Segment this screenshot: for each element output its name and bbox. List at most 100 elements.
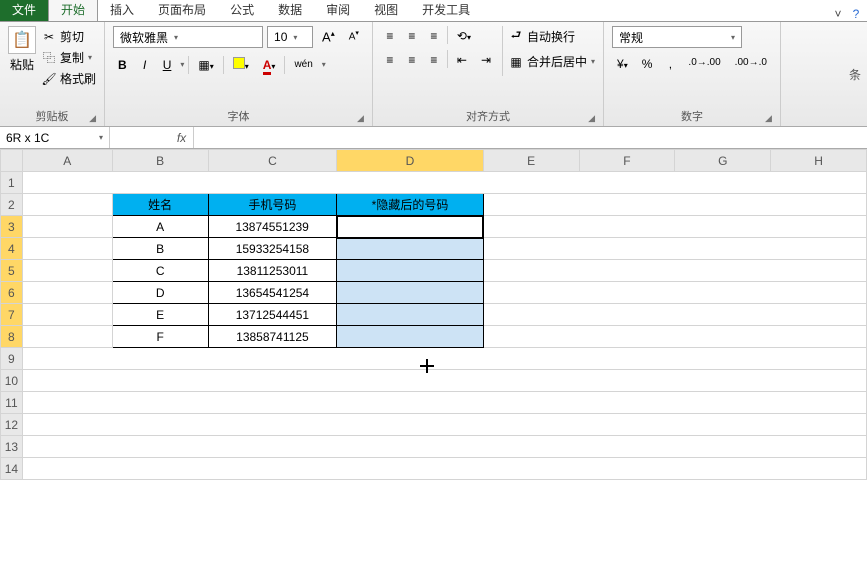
increase-decimal-button[interactable]: .0→.00	[683, 54, 725, 74]
paste-button[interactable]: 粘贴	[10, 56, 34, 73]
col-header-H[interactable]: H	[771, 150, 867, 172]
cell-masked[interactable]	[337, 326, 484, 348]
cell-name[interactable]: C	[112, 260, 208, 282]
cell-phone[interactable]: 13858741125	[208, 326, 337, 348]
row-header[interactable]: 10	[1, 370, 23, 392]
decrease-indent-button[interactable]: ⇤	[452, 50, 472, 70]
col-header-B[interactable]: B	[112, 150, 208, 172]
cell-phone[interactable]: 13874551239	[208, 216, 337, 238]
group-font: 微软雅黑▾ 10▾ A▴ A▾ B I U ▾ ▦▾ ▾	[105, 22, 373, 126]
row-header[interactable]: 2	[1, 194, 23, 216]
wrap-text-icon: ⮐	[509, 30, 523, 44]
row-header[interactable]: 8	[1, 326, 23, 348]
cell-masked[interactable]	[337, 216, 484, 238]
italic-button[interactable]: I	[136, 55, 154, 75]
cell-phone[interactable]: 13712544451	[208, 304, 337, 326]
row-header[interactable]: 5	[1, 260, 23, 282]
font-family-combo[interactable]: 微软雅黑▾	[113, 26, 263, 48]
decrease-font-button[interactable]: A▾	[344, 26, 364, 48]
font-dialog-launcher[interactable]: ◢	[357, 113, 364, 124]
tab-home[interactable]: 开始	[48, 0, 98, 21]
row-header[interactable]: 1	[1, 172, 23, 194]
cell-name[interactable]: D	[112, 282, 208, 304]
row-header[interactable]: 12	[1, 414, 23, 436]
tab-formulas[interactable]: 公式	[218, 0, 266, 21]
decrease-decimal-button[interactable]: .00→.0	[730, 54, 772, 74]
tab-page-layout[interactable]: 页面布局	[146, 0, 218, 21]
underline-button[interactable]: U	[158, 55, 177, 75]
row-header[interactable]: 7	[1, 304, 23, 326]
bold-button[interactable]: B	[113, 55, 132, 75]
paste-icon[interactable]: 📋	[8, 26, 36, 54]
cut-button[interactable]: ✂ 剪切	[42, 26, 96, 47]
fx-icon[interactable]: fx	[170, 127, 194, 148]
phonetic-button[interactable]: wén	[289, 56, 317, 73]
col-header-D[interactable]: D	[337, 150, 484, 172]
row-header[interactable]: 14	[1, 458, 23, 480]
increase-font-button[interactable]: A▴	[317, 26, 340, 48]
align-center-button[interactable]: ≡	[403, 50, 421, 70]
cell-name[interactable]: E	[112, 304, 208, 326]
name-box-input[interactable]	[6, 131, 86, 145]
align-top-button[interactable]: ≡	[381, 26, 399, 46]
worksheet-grid[interactable]: A B C D E F G H 1 2 姓名 手机号码 *隐藏后的号码 3 A …	[0, 149, 867, 549]
brush-icon: 🖌	[42, 72, 56, 86]
alignment-dialog-launcher[interactable]: ◢	[588, 113, 595, 124]
font-color-button[interactable]: A▾	[258, 55, 281, 75]
cell-name[interactable]: B	[112, 238, 208, 260]
tab-review[interactable]: 审阅	[314, 0, 362, 21]
wrap-text-button[interactable]: ⮐ 自动换行	[509, 26, 595, 47]
number-dialog-launcher[interactable]: ◢	[765, 113, 772, 124]
percent-button[interactable]: %	[637, 54, 658, 74]
cell-masked[interactable]	[337, 282, 484, 304]
minimize-ribbon-icon[interactable]: ˅	[831, 7, 845, 21]
cell-phone[interactable]: 13654541254	[208, 282, 337, 304]
row-header[interactable]: 4	[1, 238, 23, 260]
cell-masked[interactable]	[337, 304, 484, 326]
help-icon[interactable]: ?	[849, 7, 863, 21]
col-header-E[interactable]: E	[483, 150, 579, 172]
ribbon: 📋 粘贴 ✂ 剪切 ⿻ 复制 ▾ 🖌 格式刷 剪贴板◢	[0, 22, 867, 127]
tab-view[interactable]: 视图	[362, 0, 410, 21]
formula-bar: ▾ fx	[0, 127, 867, 149]
increase-indent-button[interactable]: ⇥	[476, 50, 496, 70]
tab-data[interactable]: 数据	[266, 0, 314, 21]
row-header[interactable]: 13	[1, 436, 23, 458]
align-left-button[interactable]: ≡	[381, 50, 399, 70]
font-size-combo[interactable]: 10▾	[267, 26, 313, 48]
formula-input[interactable]	[194, 127, 867, 148]
cell-name[interactable]: A	[112, 216, 208, 238]
clipboard-dialog-launcher[interactable]: ◢	[89, 113, 96, 124]
number-format-combo[interactable]: 常规▾	[612, 26, 742, 48]
tab-developer[interactable]: 开发工具	[410, 0, 482, 21]
format-painter-button[interactable]: 🖌 格式刷	[42, 68, 96, 89]
row-header[interactable]: 3	[1, 216, 23, 238]
cell-phone[interactable]: 13811253011	[208, 260, 337, 282]
align-middle-button[interactable]: ≡	[403, 26, 421, 46]
borders-button[interactable]: ▦▾	[193, 55, 218, 75]
col-header-C[interactable]: C	[208, 150, 337, 172]
cell-masked[interactable]	[337, 238, 484, 260]
copy-button[interactable]: ⿻ 复制 ▾	[42, 47, 96, 68]
row-header[interactable]: 11	[1, 392, 23, 414]
align-right-button[interactable]: ≡	[425, 50, 443, 70]
name-box[interactable]: ▾	[0, 127, 110, 148]
col-header-G[interactable]: G	[675, 150, 771, 172]
tab-insert[interactable]: 插入	[98, 0, 146, 21]
align-bottom-button[interactable]: ≡	[425, 26, 443, 46]
row-header[interactable]: 9	[1, 348, 23, 370]
currency-button[interactable]: ¥▾	[612, 54, 633, 74]
col-header-F[interactable]: F	[579, 150, 675, 172]
row-header[interactable]: 6	[1, 282, 23, 304]
col-header-A[interactable]: A	[22, 150, 112, 172]
merge-center-button[interactable]: ▦ 合并后居中 ▾	[509, 51, 595, 72]
cell-name[interactable]: F	[112, 326, 208, 348]
select-all-corner[interactable]	[1, 150, 23, 172]
cell-masked[interactable]	[337, 260, 484, 282]
tab-file[interactable]: 文件	[0, 0, 48, 21]
cell-phone[interactable]: 15933254158	[208, 238, 337, 260]
group-number: 常规▾ ¥▾ % , .0→.00 .00→.0 数字◢	[604, 22, 781, 126]
comma-button[interactable]: ,	[661, 54, 679, 74]
orientation-button[interactable]: ⟲▾	[452, 26, 476, 46]
fill-color-button[interactable]: ▾	[228, 54, 254, 75]
